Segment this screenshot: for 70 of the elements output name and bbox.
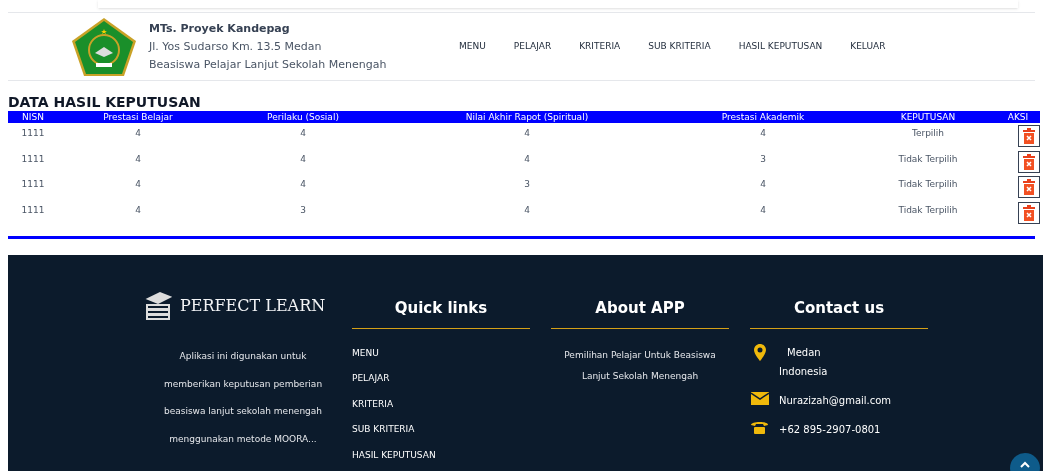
envelope-icon — [750, 391, 769, 405]
table-cell: 4 — [135, 153, 141, 164]
table-cell: 1111 — [21, 204, 45, 215]
table-cell: 4 — [135, 128, 141, 138]
books-icon — [144, 291, 172, 321]
brand-name: PERFECT LEARN — [180, 295, 326, 317]
table-cell: 4 — [524, 153, 530, 164]
address-line: Medan — [786, 345, 822, 360]
table-cell: Tidak Terpilih — [898, 204, 958, 215]
address-line: Indonesia — [779, 364, 828, 379]
table-cell: 1111 — [21, 128, 45, 138]
about-heading: About APP — [551, 297, 729, 329]
table-cell: Terpilih — [911, 128, 945, 138]
nav-link[interactable]: KRITERIA — [579, 39, 621, 54]
table-cell: 3 — [524, 179, 530, 189]
trash-icon — [1023, 179, 1035, 195]
page-title: DATA HASIL KEPUTUSAN — [8, 93, 202, 111]
about-text: Pemilihan Pelajar Untuk Beasiswa Lanjut Sekolah Menengah — [563, 348, 717, 383]
footer-link[interactable]: HASIL KEPUTUSAN — [352, 448, 436, 462]
table-cell: 1111 — [21, 179, 45, 189]
email-address: Nurazizah@gmail.com — [779, 393, 892, 408]
nav-link[interactable]: HASIL KEPUTUSAN — [738, 39, 823, 54]
school-name: MTs. Proyek Kandepag — [149, 20, 291, 37]
table-cell: 3 — [300, 204, 306, 215]
delete-button[interactable] — [1018, 150, 1040, 173]
school-logo-icon — [71, 16, 137, 77]
column-header: NISN — [8, 111, 58, 123]
app-description: Aplikasi ini digunakan untuk memberikan keputusan pemberian beasiswa lanjut sekolah menengah menggunakan metode MOORA... — [162, 350, 324, 446]
table-cell: Tidak Terpilih — [898, 179, 958, 189]
footer-link[interactable]: PELAJAR — [352, 372, 390, 386]
column-header: Prestasi Akademik — [666, 111, 860, 123]
footer-link[interactable]: MENU — [352, 346, 379, 360]
table-cell: 4 — [300, 153, 306, 164]
nav-link[interactable]: PELAJAR — [513, 39, 552, 54]
quick-links-heading: Quick links — [352, 297, 530, 329]
contact-heading: Contact us — [750, 297, 928, 329]
footer-link[interactable]: SUB KRITERIA — [352, 423, 415, 437]
map-pin-icon — [753, 343, 766, 361]
table-cell: 4 — [135, 179, 141, 189]
column-header: Prestasi Belajar — [58, 111, 218, 123]
nav-link[interactable]: SUB KRITERIA — [648, 39, 711, 54]
table-cell: 4 — [524, 204, 530, 215]
table-cell: 4 — [760, 204, 766, 215]
table-cell: 4 — [135, 204, 141, 215]
column-header: KEPUTUSAN — [860, 111, 996, 123]
table-cell: 4 — [760, 128, 766, 138]
school-address: Jl. Yos Sudarso Km. 13.5 Medan — [149, 38, 323, 55]
table-cell: 4 — [300, 179, 306, 189]
chevron-up-icon — [1020, 461, 1030, 468]
table-cell: 1111 — [21, 153, 45, 164]
delete-button[interactable] — [1018, 125, 1040, 147]
trash-icon — [1023, 204, 1035, 221]
delete-button[interactable] — [1018, 201, 1040, 224]
column-header: AKSI — [996, 111, 1040, 123]
trash-icon — [1023, 153, 1035, 170]
footer-link[interactable]: KRITERIA — [352, 397, 394, 411]
column-header: Nilai Akhir Rapot (Spiritual) — [388, 111, 666, 123]
table-cell: 4 — [760, 179, 766, 189]
nav-link[interactable]: MENU — [459, 39, 486, 54]
table-cell: Tidak Terpilih — [898, 153, 958, 164]
nav-link[interactable]: KELUAR — [850, 39, 886, 54]
telephone-icon — [751, 420, 768, 434]
table-cell: 4 — [524, 128, 530, 138]
table-cell: 4 — [300, 128, 306, 138]
column-header: Perilaku (Sosial) — [218, 111, 388, 123]
phone-number: +62 895-2907-0801 — [779, 422, 881, 437]
delete-button[interactable] — [1018, 176, 1040, 198]
table-cell: 3 — [760, 153, 766, 164]
site-subtitle: Beasiswa Pelajar Lanjut Sekolah Menengah — [149, 56, 388, 73]
trash-icon — [1023, 128, 1035, 144]
